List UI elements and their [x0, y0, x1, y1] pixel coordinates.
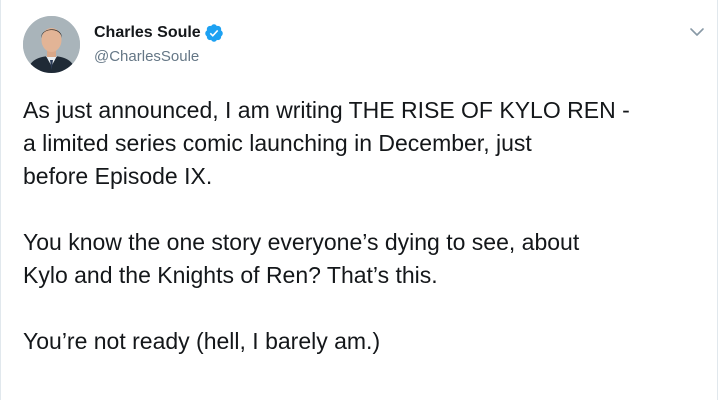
author-handle[interactable]: @CharlesSoule: [94, 47, 224, 67]
author-block: Charles Soule @CharlesSoule: [94, 22, 224, 67]
avatar-photo: [23, 16, 80, 73]
avatar[interactable]: [23, 16, 80, 73]
display-name[interactable]: Charles Soule: [94, 22, 201, 44]
display-name-row: Charles Soule: [94, 22, 224, 44]
tweet-line: As just announced, I am writing THE RISE…: [23, 97, 630, 123]
tweet-line: You’re not ready (hell, I barely am.): [23, 328, 381, 354]
tweet-paragraph: As just announced, I am writing THE RISE…: [23, 94, 703, 193]
tweet-line: a limited series comic launching in Dece…: [23, 130, 532, 156]
tweet-paragraph: You know the one story everyone’s dying …: [23, 226, 703, 292]
chevron-down-icon: [690, 28, 704, 36]
tweet-paragraph: You’re not ready (hell, I barely am.): [23, 325, 703, 358]
tweet-text: As just announced, I am writing THE RISE…: [23, 94, 703, 358]
verified-badge-icon: [204, 23, 224, 43]
tweet-card: Charles Soule @CharlesSoule As just anno…: [0, 0, 718, 400]
tweet-line: Kylo and the Knights of Ren? That’s this…: [23, 262, 438, 288]
tweet-options-button[interactable]: [687, 24, 707, 40]
tweet-line: before Episode IX.: [23, 163, 213, 189]
tweet-line: You know the one story everyone’s dying …: [23, 229, 580, 255]
